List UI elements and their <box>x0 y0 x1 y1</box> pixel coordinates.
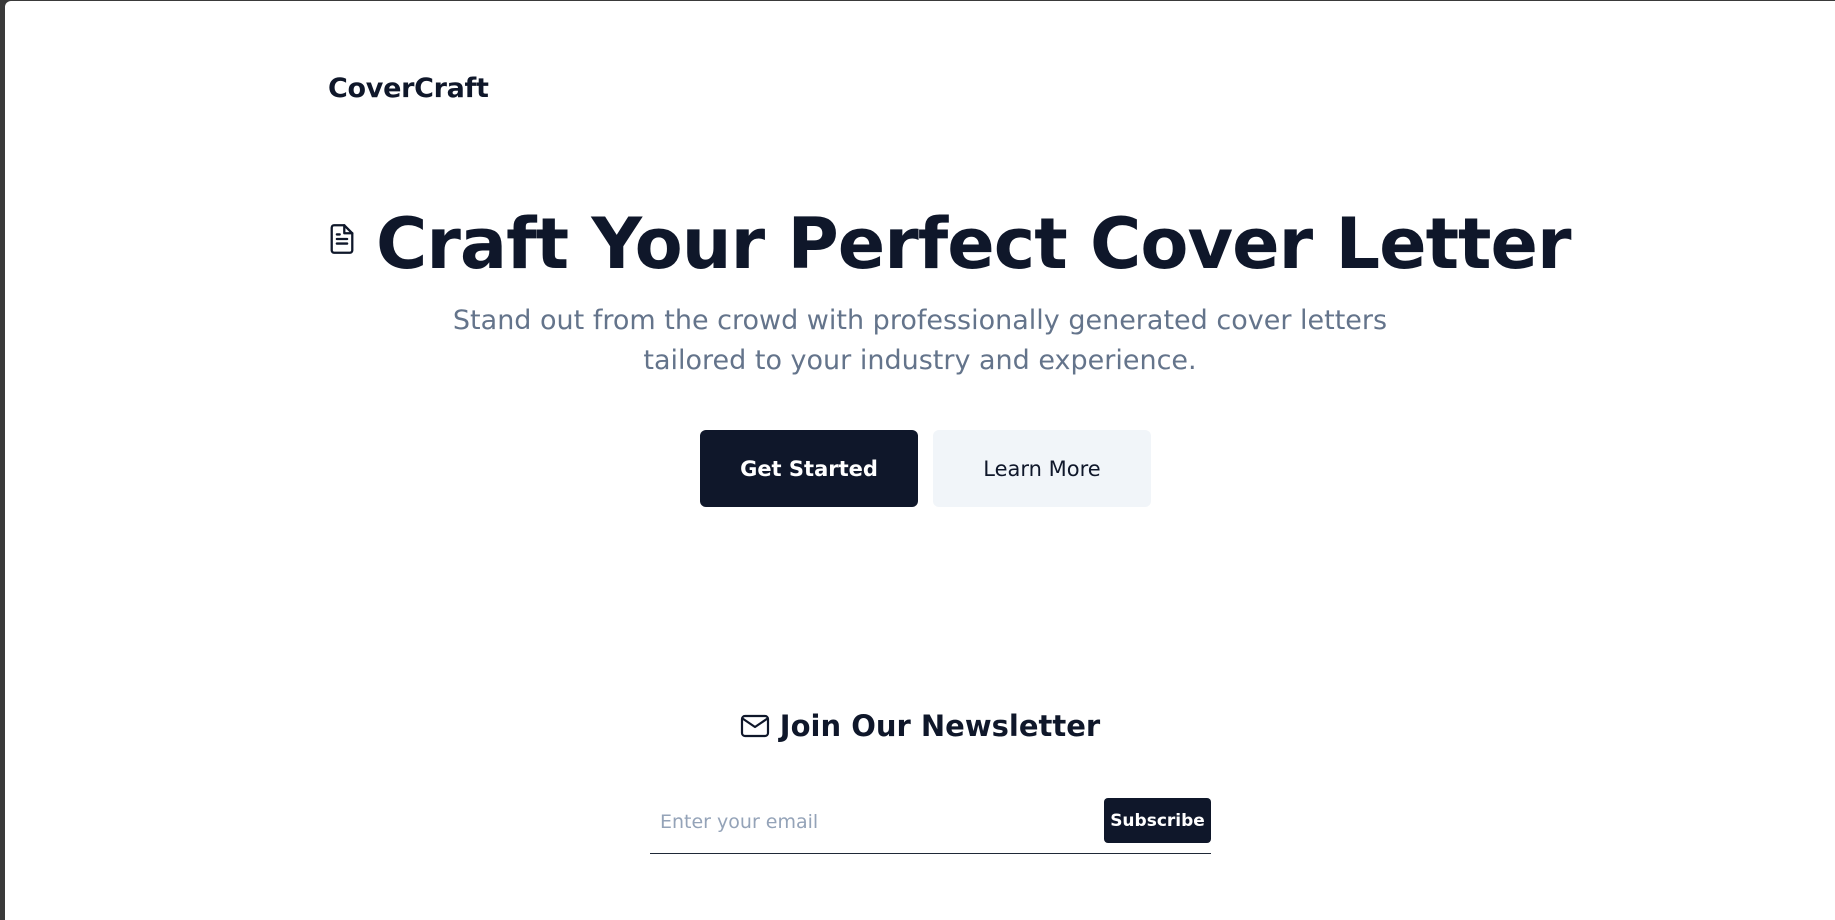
page-viewport: CoverCraft Craft Your Perfect Cover Lett… <box>5 1 1835 920</box>
newsletter-title: Join Our Newsletter <box>779 709 1101 743</box>
newsletter-form: Subscribe <box>650 797 1211 854</box>
newsletter-heading: Join Our Newsletter <box>5 709 1835 743</box>
hero-subtitle: Stand out from the crowd with profession… <box>5 301 1835 381</box>
subscribe-button[interactable]: Subscribe <box>1104 798 1211 843</box>
hero-title: Craft Your Perfect Cover Letter <box>376 203 1572 285</box>
get-started-button[interactable]: Get Started <box>700 430 918 507</box>
hero-subtitle-line-1: Stand out from the crowd with profession… <box>452 305 1388 336</box>
document-icon <box>330 224 354 254</box>
hero-subtitle-line-2: tailored to your industry and experience… <box>643 345 1197 376</box>
hero-title-row: Craft Your Perfect Cover Letter <box>328 199 1572 289</box>
email-input[interactable] <box>650 797 1102 847</box>
mail-icon <box>740 714 769 738</box>
brand-logo[interactable]: CoverCraft <box>328 73 489 104</box>
learn-more-button[interactable]: Learn More <box>933 430 1151 507</box>
